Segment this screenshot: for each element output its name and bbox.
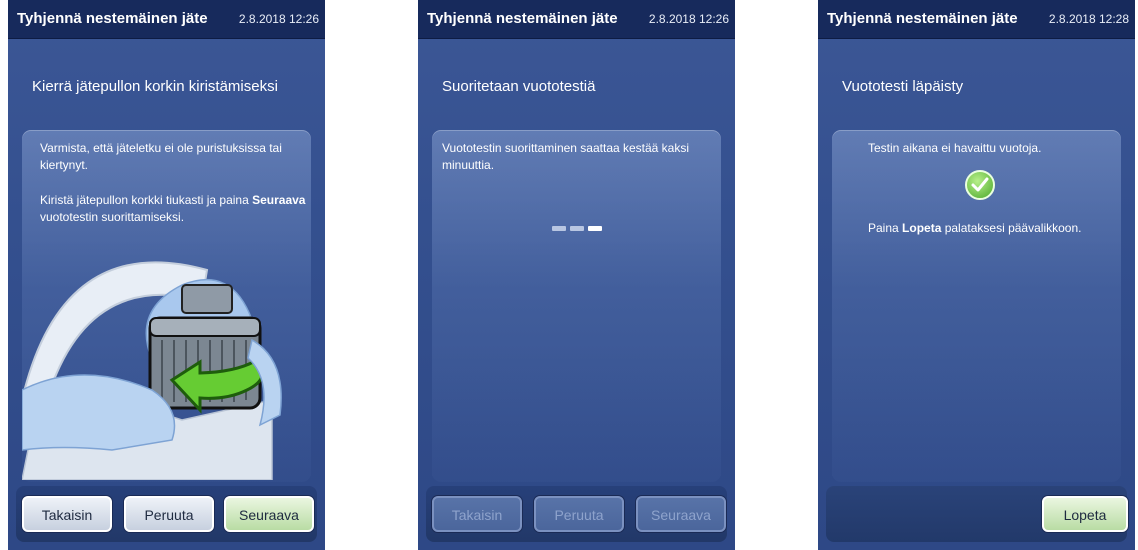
back-button[interactable]: Takaisin: [432, 496, 522, 532]
screen-tighten-cap: Tyhjennä nestemäinen jäte 2.8.2018 12:26…: [8, 0, 325, 550]
step-heading: Kierrä jätepullon korkin kiristämiseksi: [32, 78, 278, 95]
next-button[interactable]: Seuraava: [224, 496, 314, 532]
instruction-panel: Varmista, että jäteletku ei ole puristuk…: [22, 130, 311, 482]
button-bar: Lopeta: [826, 486, 1128, 542]
instruction-text-2: Kiristä jätepullon korkki tiukasti ja pa…: [40, 193, 306, 224]
datetime: 2.8.2018 12:26: [648, 12, 729, 26]
step-heading: Vuototesti läpäisty: [842, 78, 964, 95]
finish-instruction: Paina Lopeta palataksesi päävalikkoon.: [868, 221, 1082, 235]
window-title: Tyhjennä nestemäinen jäte: [17, 10, 208, 27]
instruction-text-1: Vuototestin suorittaminen saattaa kestää…: [442, 141, 690, 172]
finish-button[interactable]: Lopeta: [1042, 496, 1128, 532]
instruction-text-1: Varmista, että jäteletku ei ole puristuk…: [40, 141, 282, 172]
progress-dot: [569, 226, 584, 231]
back-button[interactable]: Takaisin: [22, 496, 112, 532]
progress-dots-icon: [418, 218, 735, 236]
screen-leak-test-running: Tyhjennä nestemäinen jäte 2.8.2018 12:26…: [418, 0, 735, 550]
window-title: Tyhjennä nestemäinen jäte: [427, 10, 618, 27]
checkmark-icon: [965, 170, 995, 200]
window-title: Tyhjennä nestemäinen jäte: [827, 10, 1018, 27]
datetime: 2.8.2018 12:28: [1048, 12, 1129, 26]
datetime: 2.8.2018 12:26: [238, 12, 319, 26]
title-bar: Tyhjennä nestemäinen jäte 2.8.2018 12:26: [418, 0, 735, 39]
progress-dot-active: [587, 226, 602, 231]
screen-leak-test-passed: Tyhjennä nestemäinen jäte 2.8.2018 12:28…: [818, 0, 1135, 550]
result-text: Testin aikana ei havaittu vuotoja.: [868, 141, 1042, 155]
instruction-panel: Vuototestin suorittaminen saattaa kestää…: [432, 130, 721, 482]
next-keyword: Seuraava: [252, 193, 306, 207]
next-button[interactable]: Seuraava: [636, 496, 726, 532]
cancel-button[interactable]: Peruuta: [534, 496, 624, 532]
button-bar: Takaisin Peruuta Seuraava: [16, 486, 317, 542]
step-heading: Suoritetaan vuototestiä: [442, 78, 596, 95]
finish-keyword: Lopeta: [902, 221, 942, 235]
cancel-button[interactable]: Peruuta: [124, 496, 214, 532]
button-bar: Takaisin Peruuta Seuraava: [426, 486, 727, 542]
progress-dot: [551, 226, 566, 231]
title-bar: Tyhjennä nestemäinen jäte 2.8.2018 12:28: [818, 0, 1135, 39]
bottle-cap-tighten-icon: [22, 261, 282, 480]
title-bar: Tyhjennä nestemäinen jäte 2.8.2018 12:26: [8, 0, 325, 39]
